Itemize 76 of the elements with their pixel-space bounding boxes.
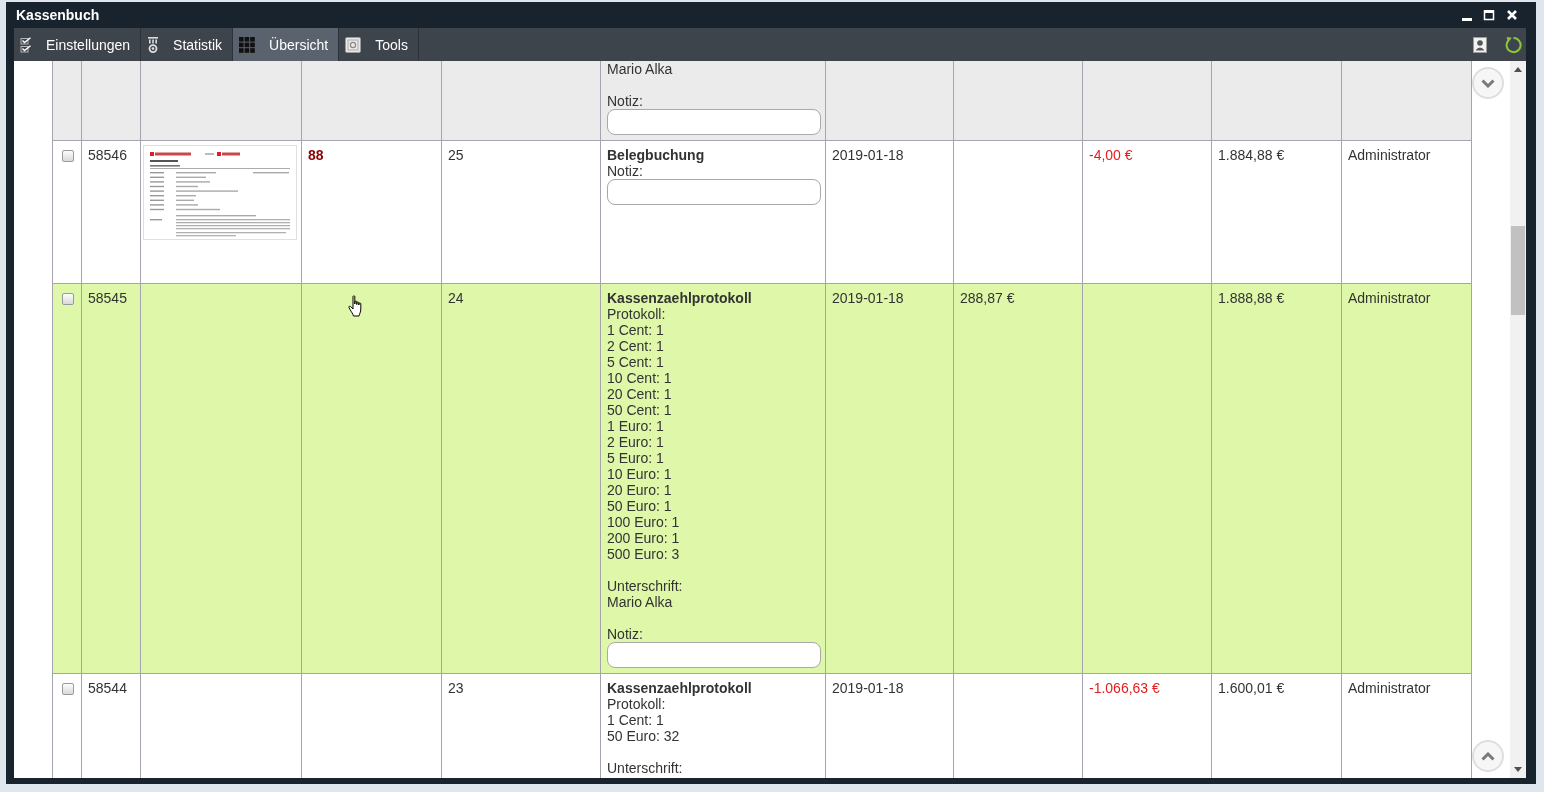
- user-name: Administrator: [1348, 290, 1431, 306]
- negative-amount: -1.066,63 €: [1089, 680, 1160, 696]
- description-line: 20 Euro: 1: [607, 482, 672, 498]
- description-line: 50 Cent: 1: [607, 402, 672, 418]
- row-checkbox[interactable]: [62, 293, 74, 305]
- close-button[interactable]: [1506, 9, 1518, 21]
- entry-title: Kassenzaehlprotokoll: [607, 290, 752, 306]
- sequence-number: 24: [448, 290, 464, 306]
- user-icon[interactable]: [1473, 36, 1487, 53]
- description-line: 1 Euro: 1: [607, 418, 664, 434]
- description-line: 2 Cent: 1: [607, 338, 664, 354]
- description-line: 1 Cent: 1: [607, 712, 664, 728]
- grid-icon: [239, 36, 256, 53]
- row-checkbox[interactable]: [62, 150, 74, 162]
- scroll-down-button[interactable]: [1472, 67, 1504, 99]
- entry-date: 2019-01-18: [832, 147, 904, 163]
- description-line: Unterschrift:: [607, 760, 683, 776]
- description-line: 5 Euro: 1: [607, 450, 664, 466]
- safe-icon: [345, 36, 362, 53]
- description-line: 10 Cent: 1: [607, 370, 672, 386]
- sequence-number: 25: [448, 147, 464, 163]
- close-icon: [1506, 9, 1518, 21]
- note-label: Notiz:: [607, 163, 643, 179]
- description-line: Protokoll:: [607, 696, 666, 712]
- toolbar-tab[interactable]: Übersicht: [233, 28, 340, 61]
- entry-number: 58545: [88, 290, 127, 306]
- description-line: Protokoll:: [607, 306, 666, 322]
- description-line: Unterschrift:: [607, 578, 683, 594]
- amount: 288,87 €: [960, 290, 1015, 306]
- refresh-icon[interactable]: [1504, 35, 1522, 54]
- scroll-down-arrow-icon[interactable]: [1514, 767, 1522, 772]
- note-input[interactable]: [607, 179, 821, 205]
- balance-amount: 1.884,88 €: [1218, 147, 1285, 163]
- description-line: 1 Cent: 1: [607, 322, 664, 338]
- description-line: 50 Euro: 1: [607, 498, 672, 514]
- minimize-icon: [1462, 18, 1472, 21]
- description-line: 20 Cent: 1: [607, 386, 672, 402]
- description-line: 2 Euro: 1: [607, 434, 664, 450]
- hand-cursor-icon: [348, 295, 362, 317]
- balance-amount: 1.888,88 €: [1218, 290, 1285, 306]
- description-line: 200 Euro: 1: [607, 530, 680, 546]
- description-line: 10 Euro: 1: [607, 466, 672, 482]
- note-input[interactable]: [607, 109, 821, 135]
- highlight-number: 88: [308, 147, 324, 163]
- row-checkbox[interactable]: [62, 683, 74, 695]
- maximize-button[interactable]: [1483, 9, 1495, 21]
- description-line: 500 Euro: 3: [607, 546, 680, 562]
- user-name: Administrator: [1348, 680, 1431, 696]
- description-line: Mario Alka: [607, 61, 673, 77]
- maximize-icon: [1483, 9, 1495, 21]
- window-title: Kassenbuch: [16, 7, 100, 23]
- user-name: Administrator: [1348, 147, 1431, 163]
- chevron-down-icon: [1481, 78, 1495, 88]
- description-line: Mario Alka: [607, 594, 673, 610]
- scroll-up-arrow-icon[interactable]: [1514, 67, 1522, 72]
- note-input[interactable]: [607, 642, 821, 668]
- note-label: Notiz:: [607, 626, 643, 642]
- balance-amount: 1.600,01 €: [1218, 680, 1285, 696]
- negative-amount: -4,00 €: [1089, 147, 1133, 163]
- chevron-up-icon: [1481, 751, 1495, 761]
- note-label: Notiz:: [607, 93, 643, 109]
- entry-date: 2019-01-18: [832, 290, 904, 306]
- entry-number: 58546: [88, 147, 127, 163]
- entry-number: 58544: [88, 680, 127, 696]
- description-line: 5 Cent: 1: [607, 354, 664, 370]
- scrollbar-track[interactable]: [1510, 61, 1526, 778]
- medal-icon: [147, 36, 160, 53]
- entry-date: 2019-01-18: [832, 680, 904, 696]
- entry-title: Belegbuchung: [607, 147, 705, 163]
- checklist-icon: [20, 36, 32, 53]
- scrollbar-thumb[interactable]: [1511, 226, 1525, 315]
- description-line: 50 Euro: 32: [607, 728, 680, 744]
- description-line: 100 Euro: 1: [607, 514, 680, 530]
- sequence-number: 23: [448, 680, 464, 696]
- entry-title: Kassenzaehlprotokoll: [607, 680, 752, 696]
- scroll-up-button[interactable]: [1472, 740, 1504, 772]
